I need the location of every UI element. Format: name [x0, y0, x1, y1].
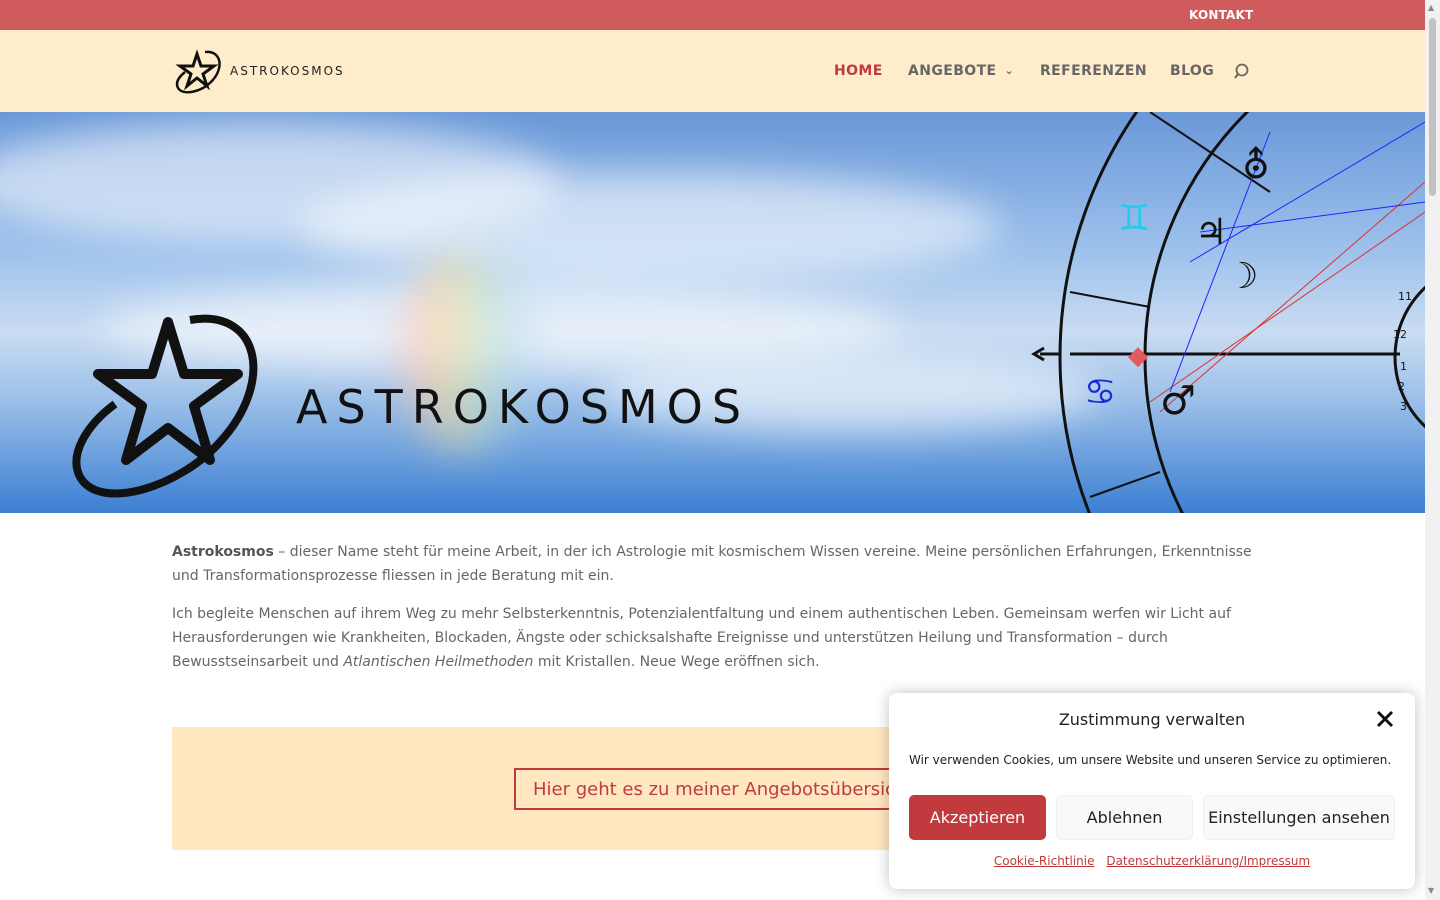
astrology-chart-graphic: ♊ ♋ ♂ ♃ ☽ ⛢ ◆ 11 12 1 2 3	[1031, 112, 1425, 513]
scrollbar-thumb[interactable]	[1429, 18, 1436, 196]
cloud	[300, 172, 1000, 282]
intro-text: Astrokosmos – dieser Name steht für mein…	[172, 540, 1262, 688]
moon-symbol: ☽	[1226, 256, 1258, 297]
intro-paragraph-1-text: – dieser Name steht für meine Arbeit, in…	[172, 544, 1252, 584]
cancer-symbol: ♋	[1084, 372, 1116, 413]
house-number: 3	[1400, 400, 1407, 413]
gemini-symbol: ♊	[1118, 198, 1150, 239]
page-scrollbar[interactable]: ▲ ▼	[1425, 0, 1440, 900]
uranus-symbol: ⛢	[1242, 143, 1270, 187]
offers-overview-button[interactable]: Hier geht es zu meiner Angebotsübersicht	[514, 768, 934, 810]
cookie-policy-link[interactable]: Cookie-Richtlinie	[994, 854, 1095, 868]
site-logo[interactable]: ASTROKOSMOS	[175, 48, 345, 96]
nav-blog[interactable]: BLOG	[1170, 63, 1214, 79]
jupiter-symbol: ♃	[1195, 212, 1227, 253]
house-number: 12	[1393, 328, 1407, 341]
logo-brand-text: ASTROKOSMOS	[230, 64, 345, 78]
house-number: 2	[1398, 380, 1405, 393]
cookie-dialog-text: Wir verwenden Cookies, um unsere Website…	[909, 753, 1392, 767]
house-number: 1	[1400, 360, 1407, 373]
top-bar: KONTAKT	[0, 0, 1425, 30]
nav-referenzen[interactable]: REFERENZEN	[1040, 63, 1147, 79]
house-number: 11	[1398, 290, 1412, 303]
close-icon[interactable]	[1375, 709, 1395, 729]
intro-paragraph-1: Astrokosmos – dieser Name steht für mein…	[172, 540, 1262, 588]
accept-cookies-button[interactable]: Akzeptieren	[909, 795, 1046, 840]
scroll-up-arrow-icon[interactable]: ▲	[1428, 3, 1434, 12]
cookie-settings-button[interactable]: Einstellungen ansehen	[1203, 795, 1395, 840]
cookie-dialog-title: Zustimmung verwalten	[1058, 710, 1246, 729]
hero-brand-text: ASTROKOSMOS	[296, 380, 751, 434]
nav-home[interactable]: HOME	[834, 63, 883, 79]
chevron-down-icon: ⌄	[1004, 64, 1015, 77]
privacy-policy-link[interactable]: Datenschutzerklärung/Impressum	[1106, 854, 1310, 868]
nav-angebote[interactable]: ANGEBOTE ⌄	[908, 63, 1014, 79]
cookie-consent-dialog: Zustimmung verwalten Wir verwenden Cooki…	[889, 693, 1415, 889]
nav-angebote-label: ANGEBOTE	[908, 63, 997, 79]
astro-star-hero-icon	[72, 314, 258, 498]
cookie-links: Cookie-Richtlinie Datenschutzerklärung/I…	[889, 854, 1415, 868]
site-header: ASTROKOSMOS HOME ANGEBOTE ⌄ REFERENZEN BL…	[0, 30, 1425, 112]
node-symbol: ◆	[1128, 341, 1148, 371]
astro-star-logo-icon	[175, 49, 221, 94]
decline-cookies-button[interactable]: Ablehnen	[1056, 795, 1193, 840]
mars-symbol: ♂	[1160, 378, 1196, 424]
contact-link[interactable]: KONTAKT	[1189, 8, 1253, 22]
intro-paragraph-2-emphasis: Atlantischen Heilmethoden	[343, 654, 534, 670]
hero-banner: ASTROKOSMOS ♊ ♋ ♂ ♃ ☽ ⛢ ◆ 11 12 1 2 3	[0, 112, 1425, 513]
intro-paragraph-2-text-b: mit Kristallen. Neue Wege eröffnen sich.	[533, 654, 820, 670]
scroll-down-arrow-icon[interactable]: ▼	[1428, 886, 1434, 895]
brand-name-strong: Astrokosmos	[172, 544, 274, 560]
intro-paragraph-2: Ich begleite Menschen auf ihrem Weg zu m…	[172, 602, 1262, 674]
search-icon[interactable]	[1234, 63, 1252, 81]
